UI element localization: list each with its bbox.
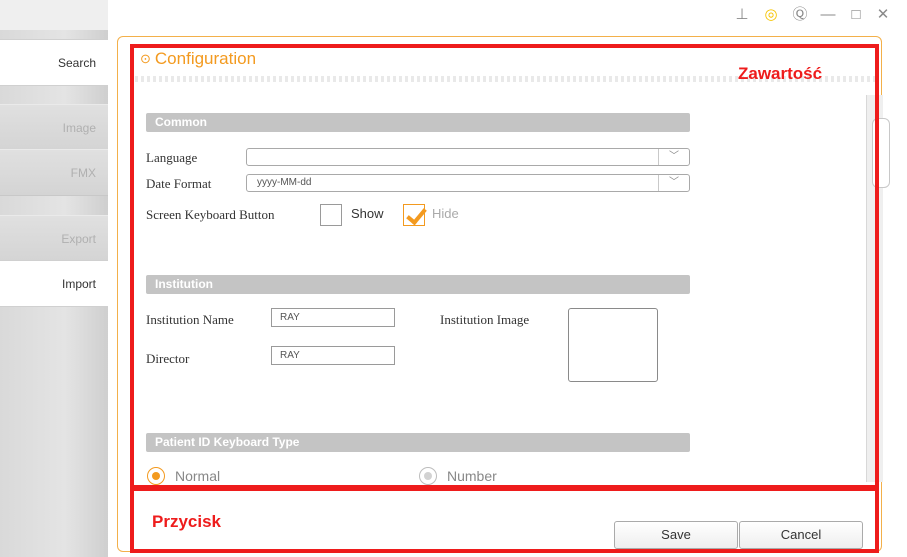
maximize-icon[interactable]: □ (846, 5, 866, 25)
sidebar-item-search[interactable]: Search (0, 39, 108, 86)
button-annotation-label: Przycisk (152, 512, 221, 531)
sidebar-item-export[interactable]: Export (0, 215, 108, 262)
sidebar-item-image[interactable]: Image (0, 104, 108, 151)
content-annotation-box (130, 44, 879, 489)
pin-icon[interactable]: ⊥ (732, 5, 752, 25)
content-annotation-label: Zawartość (738, 64, 823, 83)
minimize-icon[interactable]: — (818, 5, 838, 25)
settings-icon[interactable]: ◎ (761, 5, 781, 25)
sidebar-item-import[interactable]: Import (0, 260, 108, 307)
sidebar-item-fmx[interactable]: FMX (0, 149, 108, 196)
button-annotation-box (130, 487, 879, 553)
help-icon[interactable]: Ⓠ (790, 5, 810, 25)
close-icon[interactable]: ✕ (873, 5, 893, 25)
sidebar-header (0, 0, 108, 30)
